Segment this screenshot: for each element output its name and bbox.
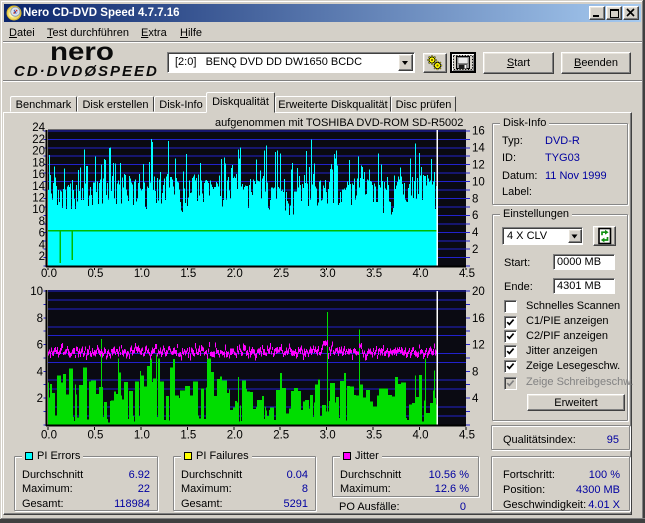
svg-text:0.0: 0.0 bbox=[41, 268, 57, 280]
svg-text:4.0: 4.0 bbox=[413, 268, 429, 280]
svg-text:6: 6 bbox=[472, 210, 478, 222]
svg-text:8: 8 bbox=[39, 216, 45, 228]
svg-text:12: 12 bbox=[32, 193, 45, 205]
svg-text:3.0: 3.0 bbox=[320, 268, 336, 280]
svg-text:10: 10 bbox=[32, 204, 45, 216]
svg-text:4.5: 4.5 bbox=[459, 430, 475, 442]
svg-text:1.0: 1.0 bbox=[134, 268, 150, 280]
svg-text:16: 16 bbox=[472, 313, 485, 325]
svg-text:2.5: 2.5 bbox=[273, 268, 289, 280]
svg-text:1.5: 1.5 bbox=[180, 268, 196, 280]
svg-text:0.5: 0.5 bbox=[87, 268, 103, 280]
svg-text:10: 10 bbox=[30, 286, 43, 298]
svg-text:3.0: 3.0 bbox=[320, 430, 336, 442]
svg-text:2.5: 2.5 bbox=[273, 430, 289, 442]
svg-text:2: 2 bbox=[39, 251, 45, 263]
svg-text:6: 6 bbox=[37, 340, 43, 352]
svg-text:1.0: 1.0 bbox=[134, 430, 150, 442]
svg-text:24: 24 bbox=[32, 122, 45, 134]
svg-text:4: 4 bbox=[39, 239, 46, 251]
svg-text:1.5: 1.5 bbox=[180, 430, 196, 442]
svg-text:4.0: 4.0 bbox=[413, 430, 429, 442]
svg-text:0.5: 0.5 bbox=[87, 430, 103, 442]
svg-text:12: 12 bbox=[472, 160, 485, 172]
svg-text:2: 2 bbox=[472, 244, 478, 256]
svg-text:20: 20 bbox=[32, 146, 45, 158]
svg-text:4: 4 bbox=[472, 227, 479, 239]
svg-text:3.5: 3.5 bbox=[366, 268, 382, 280]
svg-text:2.0: 2.0 bbox=[227, 430, 243, 442]
svg-text:14: 14 bbox=[32, 181, 45, 193]
svg-text:18: 18 bbox=[32, 157, 45, 169]
svg-text:14: 14 bbox=[472, 143, 485, 155]
svg-text:8: 8 bbox=[472, 366, 478, 378]
svg-text:4: 4 bbox=[37, 366, 44, 378]
svg-text:6: 6 bbox=[39, 228, 45, 240]
svg-text:4: 4 bbox=[472, 393, 479, 405]
svg-text:10: 10 bbox=[472, 176, 485, 188]
svg-text:4.5: 4.5 bbox=[459, 268, 475, 280]
svg-text:16: 16 bbox=[472, 126, 485, 138]
svg-text:8: 8 bbox=[37, 313, 43, 325]
svg-text:16: 16 bbox=[32, 169, 45, 181]
svg-text:3.5: 3.5 bbox=[366, 430, 382, 442]
svg-text:12: 12 bbox=[472, 340, 485, 352]
svg-text:2.0: 2.0 bbox=[227, 268, 243, 280]
svg-text:0.0: 0.0 bbox=[41, 430, 57, 442]
svg-text:8: 8 bbox=[472, 193, 478, 205]
svg-text:2: 2 bbox=[37, 393, 43, 405]
svg-text:22: 22 bbox=[32, 134, 45, 146]
svg-text:20: 20 bbox=[472, 286, 485, 298]
